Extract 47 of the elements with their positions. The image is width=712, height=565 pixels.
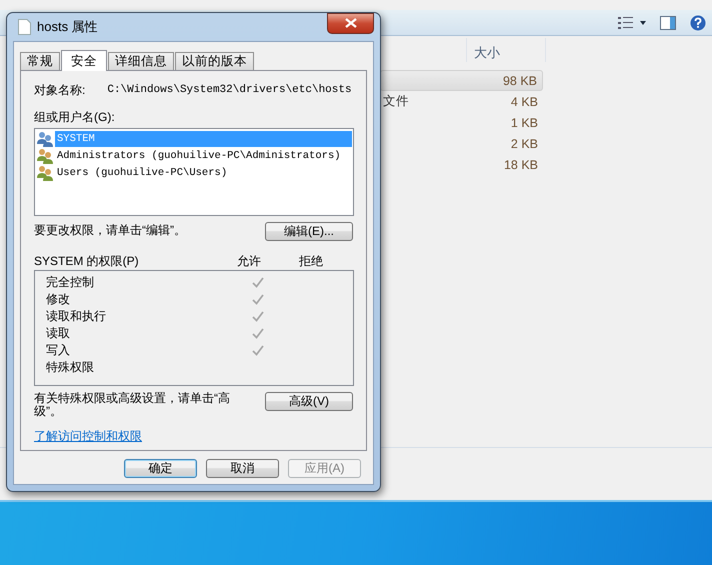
permission-name: 修改	[46, 291, 71, 308]
file-size: 18 KB	[504, 158, 538, 172]
object-name-label: 对象名称:	[34, 82, 86, 98]
users-icon	[36, 130, 54, 146]
user-list-item[interactable]: Users (guohuilive-PC\Users)	[55, 164, 352, 180]
groups-label: 组或用户名(G):	[34, 109, 116, 125]
file-size: 4 KB	[510, 94, 538, 108]
deny-header: 拒绝	[299, 252, 324, 270]
user-list-item[interactable]: Administrators (guohuilive-PC\Administrators)	[55, 148, 352, 164]
file-row[interactable]: 1 KB	[380, 112, 543, 133]
users-icon	[36, 164, 54, 180]
close-icon	[344, 18, 356, 28]
file-type: 文件	[382, 93, 409, 110]
view-menu-icon[interactable]	[618, 16, 646, 28]
edit-button[interactable]: 编辑(E)...	[265, 222, 353, 241]
file-size: 1 KB	[510, 116, 538, 130]
document-icon	[18, 19, 31, 35]
permission-name: 特殊权限	[46, 359, 95, 376]
file-row[interactable]: 文件 4 KB	[380, 91, 543, 112]
edit-hint: 要更改权限，请单击“编辑”。	[34, 222, 186, 239]
tab[interactable]: 安全	[61, 50, 107, 71]
file-row[interactable]: 18 KB	[380, 154, 543, 175]
file-size: 98 KB	[502, 74, 537, 88]
permission-name: 写入	[46, 342, 71, 359]
help-icon[interactable]	[690, 14, 706, 30]
file-row[interactable]: 98 KB	[380, 70, 543, 91]
permission-name: 完全控制	[46, 274, 95, 291]
help-link[interactable]: 了解访问控制和权限	[34, 428, 142, 445]
tab[interactable]: 常规	[20, 52, 60, 70]
permissions-label: SYSTEM 的权限(P)	[34, 252, 140, 270]
users-icon	[36, 148, 54, 164]
tab[interactable]: 以前的版本	[175, 52, 254, 70]
window-title: hosts 属性	[37, 18, 99, 36]
column-header[interactable]: 大小	[466, 38, 546, 62]
file-row[interactable]: 2 KB	[380, 133, 543, 154]
file-size: 2 KB	[510, 136, 538, 150]
dialog-button[interactable]: 确定	[124, 459, 197, 478]
permission-name: 读取	[46, 325, 71, 342]
object-path: C:\Windows\System32\drivers\etc\hosts	[107, 84, 352, 96]
preview-pane-icon[interactable]	[660, 16, 676, 30]
advanced-hint: 有关特殊权限或高级设置，请单击“高级”。	[34, 392, 231, 418]
dialog-button[interactable]: 取消	[206, 459, 279, 478]
advanced-button[interactable]: 高级(V)	[265, 392, 353, 411]
tab[interactable]: 详细信息	[108, 52, 174, 70]
allow-header: 允许	[237, 252, 262, 270]
close-button[interactable]	[327, 12, 374, 34]
permission-name: 读取和执行	[46, 308, 107, 325]
